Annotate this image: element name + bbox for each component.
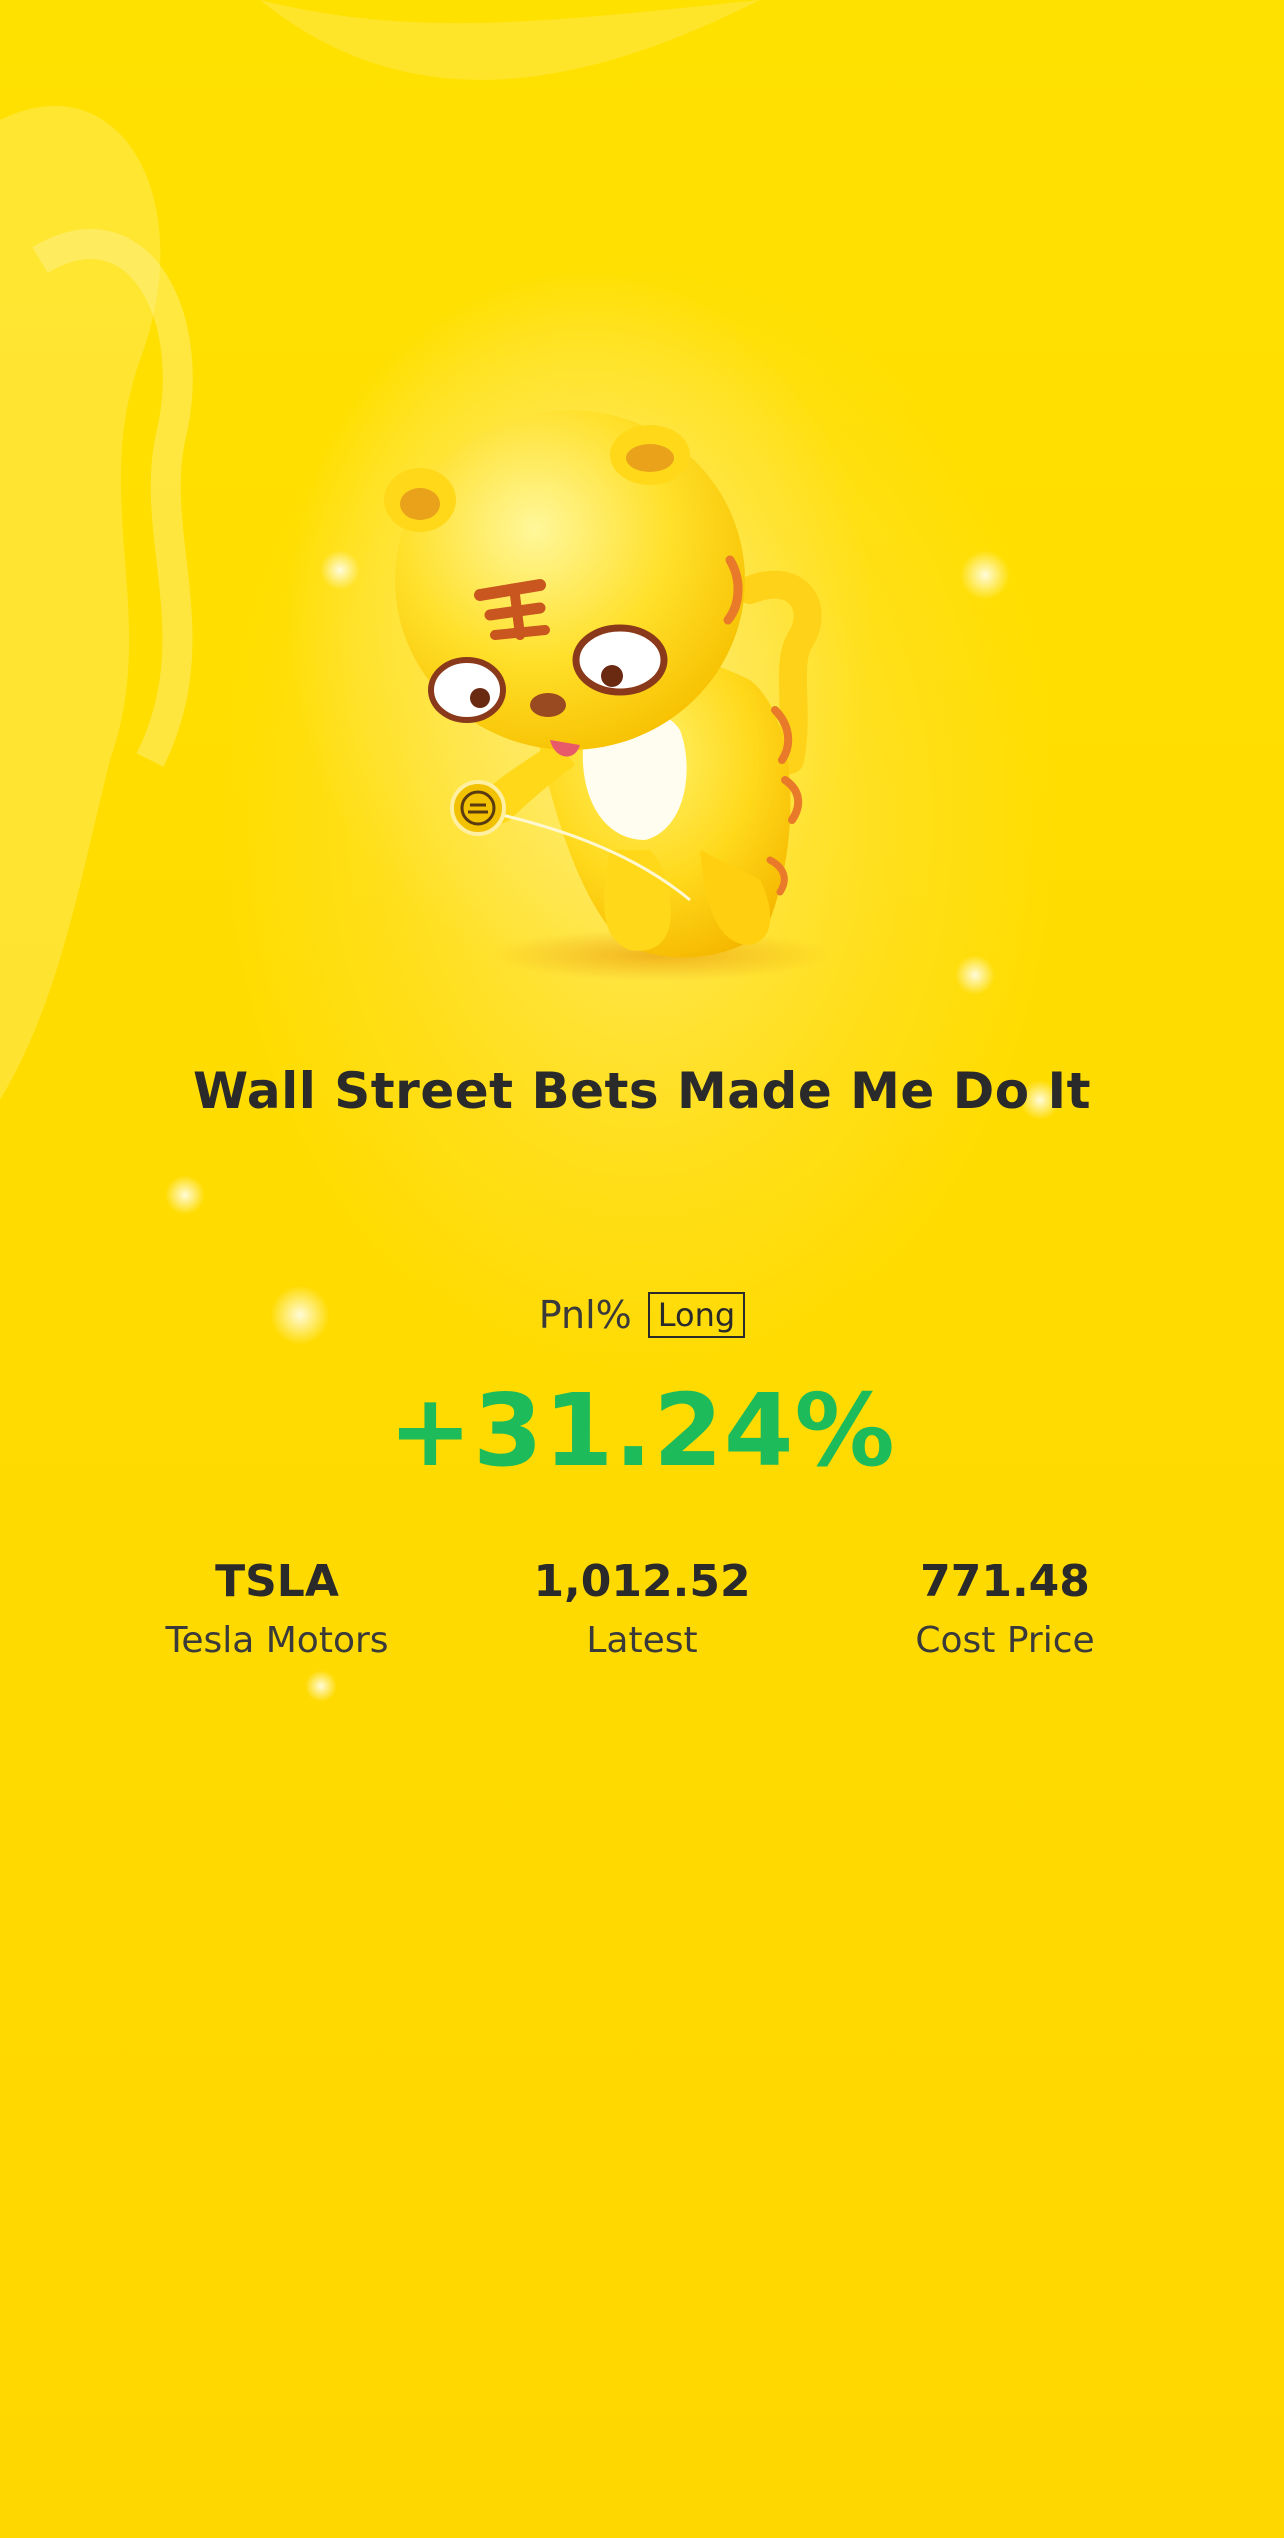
latest-label: Latest: [586, 1620, 698, 1661]
tiger-mascot-icon: [384, 410, 830, 981]
stat-latest: 1,012.52 Latest: [462, 1550, 822, 1668]
ticker-value: TSLA: [215, 1556, 339, 1607]
pnl-header: Pnl% Long: [0, 1292, 1284, 1338]
sparkle: [955, 955, 995, 995]
cost-price-value: 771.48: [920, 1556, 1090, 1607]
page-title: Wall Street Bets Made Me Do It: [192, 1062, 1092, 1120]
stat-cost-price: 771.48 Cost Price: [825, 1550, 1185, 1668]
stats-row: TSLA Tesla Motors 1,012.52 Latest 771.48…: [0, 1550, 1284, 1680]
ticker-label: Tesla Motors: [165, 1620, 389, 1661]
latest-value: 1,012.52: [533, 1556, 751, 1607]
pnl-label: Pnl%: [538, 1293, 632, 1337]
sparkle: [165, 1175, 205, 1215]
position-badge: Long: [647, 1292, 746, 1338]
sparkle: [960, 550, 1010, 600]
cost-price-label: Cost Price: [915, 1620, 1095, 1661]
pnl-value: +31.24%: [388, 1372, 896, 1489]
stat-ticker: TSLA Tesla Motors: [97, 1550, 457, 1668]
